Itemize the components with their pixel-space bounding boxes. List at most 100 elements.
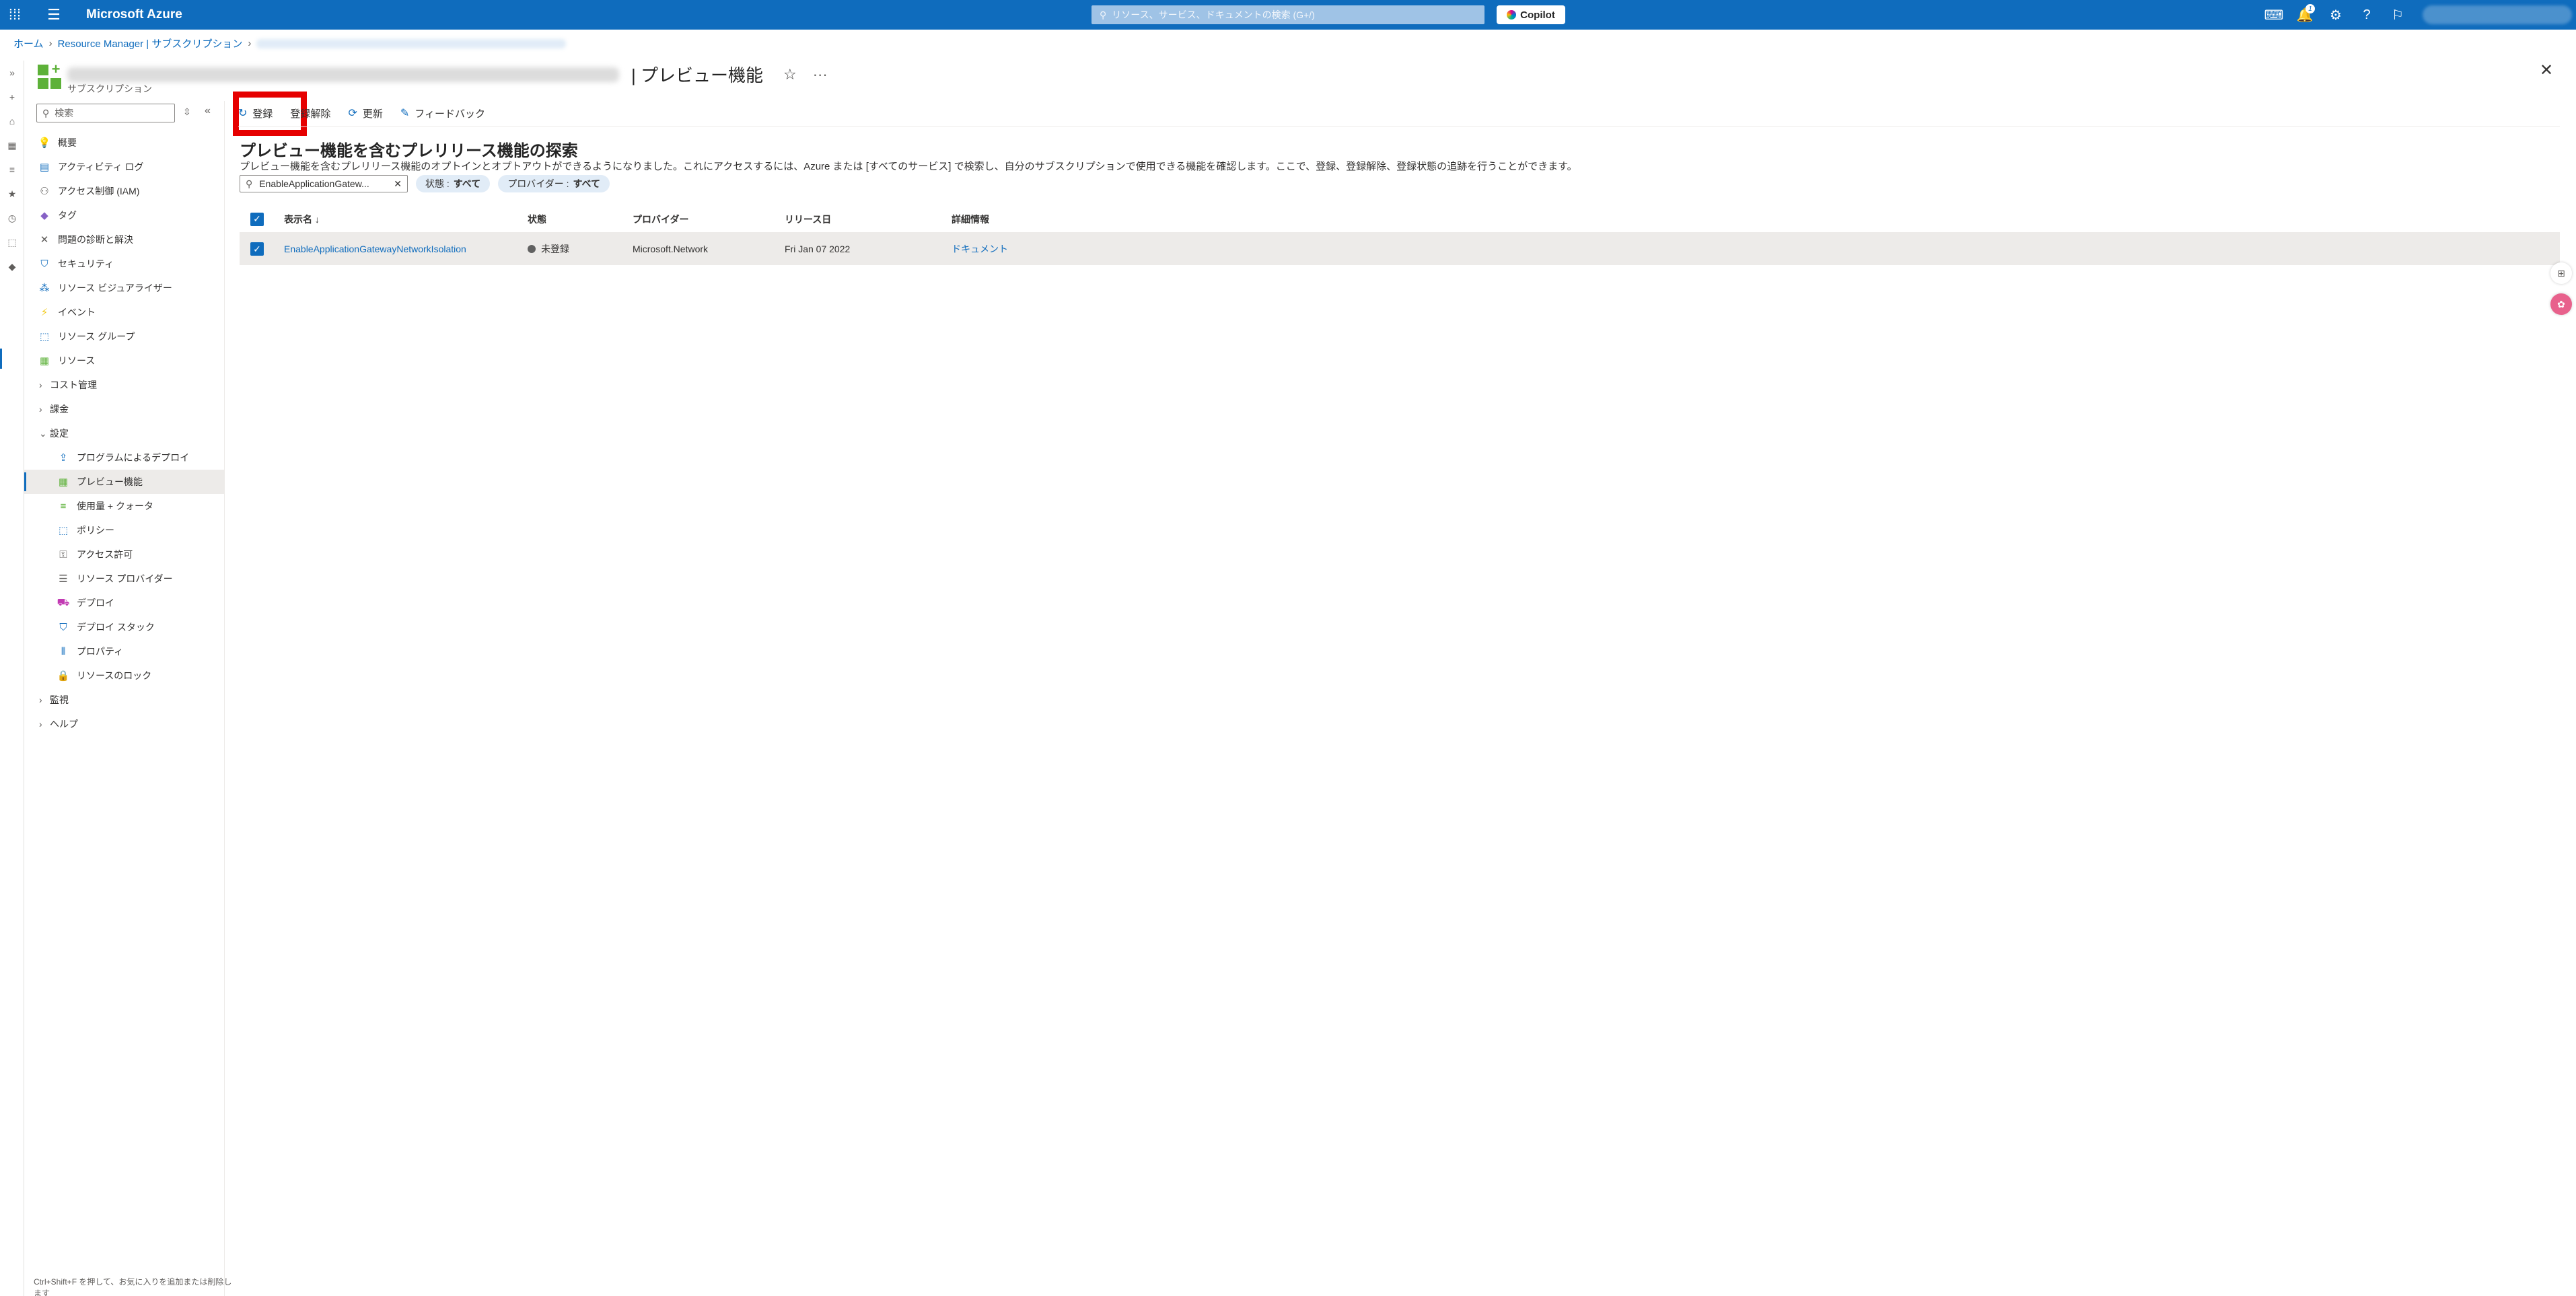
sidebar-item-label: タグ <box>58 210 77 221</box>
filter-icon[interactable]: ⇳ <box>183 106 191 118</box>
unregister-button[interactable]: 登録解除 <box>290 106 330 120</box>
gear-icon[interactable]: ⚙ <box>2320 0 2351 30</box>
refresh-button[interactable]: ⟳ 更新 <box>348 106 382 120</box>
all-services-icon[interactable]: ≡ <box>0 157 24 182</box>
create-icon[interactable]: + <box>0 85 24 109</box>
chevron-right-icon[interactable]: › <box>39 380 50 390</box>
header-provider[interactable]: プロバイダー <box>633 213 688 226</box>
feedback-label: フィードバック <box>415 108 485 120</box>
page-title: | プレビュー機能 ☆ ··· <box>67 62 828 87</box>
sidebar-item[interactable]: ✕ 問題の診断と解決 <box>24 227 225 252</box>
sidebar-item[interactable]: ⬚ リソース グループ <box>24 324 225 349</box>
resource-groups-icon[interactable]: ⬚ <box>0 230 24 254</box>
brand-title[interactable]: Microsoft Azure <box>86 7 182 22</box>
header-state[interactable]: 状態 <box>528 213 546 226</box>
row-checkbox[interactable]: ✓ <box>250 242 264 256</box>
expand-icon[interactable]: » <box>0 61 24 85</box>
feedback-icon[interactable]: ⚐ <box>2382 0 2413 30</box>
sidebar-item[interactable]: ⛉ セキュリティ <box>24 252 225 276</box>
sidebar-item-label: 課金 <box>50 404 69 415</box>
apps-icon[interactable]: ⊞ <box>2550 262 2572 284</box>
state-filter-value: すべて <box>453 178 481 189</box>
content-description: プレビュー機能を含むプレリリース機能のオプトインとオプトアウトができるようになり… <box>240 161 1577 172</box>
sidebar-item[interactable]: ⚿ アクセス許可 <box>24 542 225 567</box>
sidebar-item[interactable]: ⬚ ポリシー <box>24 518 225 542</box>
sidebar-item[interactable]: ⦀ プロパティ <box>24 639 225 663</box>
sidebar-item[interactable]: ⇪ プログラムによるデプロイ <box>24 445 225 470</box>
page-subtitle: サブスクリプション <box>67 83 152 94</box>
sidebar-item[interactable]: ▦ リソース <box>24 349 225 373</box>
collapse-icon[interactable]: « <box>205 105 211 117</box>
clear-icon[interactable]: ✕ <box>394 178 402 190</box>
feature-docs-link[interactable]: ドキュメント <box>952 242 1008 256</box>
recent-icon[interactable]: ◷ <box>0 206 24 230</box>
sidebar-item[interactable]: 💡 概要 <box>24 131 225 155</box>
feedback-icon: ✎ <box>400 108 410 119</box>
breadcrumb-resource-manager[interactable]: Resource Manager | サブスクリプション <box>58 36 243 50</box>
chevron-right-icon: › <box>248 38 252 49</box>
sidebar-item[interactable]: ≡ 使用量 + クォータ <box>24 494 225 518</box>
feedback-button[interactable]: ✎ フィードバック <box>400 106 485 120</box>
feature-state: 未登録 <box>528 242 569 256</box>
chevron-right-icon: › <box>48 38 52 49</box>
more-icon[interactable]: ··· <box>813 66 828 83</box>
help-icon[interactable]: ? <box>2351 0 2382 30</box>
table-row[interactable]: ✓ EnableApplicationGatewayNetworkIsolati… <box>240 233 2560 265</box>
state-filter-pill[interactable]: 状態 : すべて <box>416 175 491 192</box>
sidebar-item-label: リソース <box>58 355 96 366</box>
sidebar-item[interactable]: › 監視 <box>24 688 225 712</box>
sidebar-item[interactable]: ▦ プレビュー機能 <box>24 470 225 494</box>
sidebar-item[interactable]: ⁂ リソース ビジュアライザー <box>24 276 225 300</box>
breadcrumb-subscription-redacted[interactable] <box>256 38 567 48</box>
sidebar-item-label: アクティビティ ログ <box>58 161 144 172</box>
chevron-right-icon[interactable]: › <box>39 694 50 705</box>
select-all-checkbox[interactable]: ✓ <box>250 212 264 226</box>
provider-filter-pill[interactable]: プロバイダー : すべて <box>498 175 610 192</box>
header-name[interactable]: 表示名 ↓ <box>284 213 320 226</box>
preview-icon: ▦ <box>58 476 69 488</box>
feature-name-link[interactable]: EnableApplicationGatewayNetworkIsolation <box>284 244 466 254</box>
cube-icon[interactable]: ◆ <box>0 254 24 279</box>
sidebar-item[interactable]: ◆ タグ <box>24 203 225 227</box>
resource-menu: ⚲ 検索 ⇳ « 💡 概要 ▤ アクティビティ ログ ⚇ アクセス制御 (IAM) ◆ タグ ✕… <box>24 101 231 1296</box>
sidebar-item[interactable]: 🔒 リソースのロック <box>24 663 225 688</box>
waffle-icon[interactable]: ⁞⁞⁞ <box>0 0 30 30</box>
account-menu[interactable] <box>2423 5 2572 24</box>
menu-icon[interactable]: ☰ <box>39 0 69 30</box>
sidebar-item[interactable]: › 課金 <box>24 397 225 421</box>
lock-icon: 🔒 <box>57 670 70 682</box>
sidebar-item[interactable]: ⛉ デプロイ スタック <box>24 615 225 639</box>
home-icon[interactable]: ⌂ <box>0 109 24 133</box>
sidebar-item[interactable]: ⚡ イベント <box>24 300 225 324</box>
resource-group-icon: ⬚ <box>39 331 50 343</box>
sidebar-item[interactable]: › コスト管理 <box>24 373 225 397</box>
refresh-label: 更新 <box>362 108 383 120</box>
copilot-button[interactable]: Copilot <box>1497 5 1565 24</box>
sidebar-item[interactable]: ☰ リソース プロバイダー <box>24 567 225 591</box>
header-release-date[interactable]: リリース日 <box>785 213 831 226</box>
chevron-right-icon[interactable]: › <box>39 404 50 415</box>
assistant-icon[interactable]: ✿ <box>2550 293 2572 315</box>
chevron-right-icon[interactable]: › <box>39 719 50 729</box>
menu-footer: Ctrl+Shift+F を押して、お気に入りを追加または削除します <box>34 1277 232 1296</box>
sidebar-item[interactable]: ⚇ アクセス制御 (IAM) <box>24 179 225 203</box>
topbar-icons: ⌨ 🔔 1 ⚙ ? ⚐ <box>2258 0 2413 30</box>
global-search-input[interactable]: ⚲ リソース、サービス、ドキュメントの検索 (G+/) <box>1092 5 1484 24</box>
chevron-down-icon[interactable]: ⌄ <box>39 428 50 439</box>
sidebar-item[interactable]: ⌄ 設定 <box>24 421 225 445</box>
favorites-icon[interactable]: ★ <box>0 182 24 206</box>
register-button[interactable]: ↻ 登録 <box>238 106 273 120</box>
cloud-shell-icon[interactable]: ⌨ <box>2258 0 2289 30</box>
dashboard-icon[interactable]: ▦ <box>0 133 24 157</box>
wrench-icon: ✕ <box>40 234 49 246</box>
sidebar-item[interactable]: › ヘルプ <box>24 712 225 736</box>
star-icon[interactable]: ☆ <box>783 66 797 83</box>
sidebar-item[interactable]: ▤ アクティビティ ログ <box>24 155 225 179</box>
feature-filter-input[interactable]: ⚲ EnableApplicationGatew... ✕ <box>240 175 408 192</box>
sidebar-item[interactable]: ⛟ デプロイ <box>24 591 225 615</box>
notification-icon[interactable]: 🔔 1 <box>2289 0 2320 30</box>
close-icon[interactable]: ✕ <box>2540 61 2553 80</box>
breadcrumb-home[interactable]: ホーム <box>13 36 44 50</box>
menu-search-input[interactable]: ⚲ 検索 <box>36 104 175 122</box>
sidebar-item-label: 使用量 + クォータ <box>77 501 153 511</box>
